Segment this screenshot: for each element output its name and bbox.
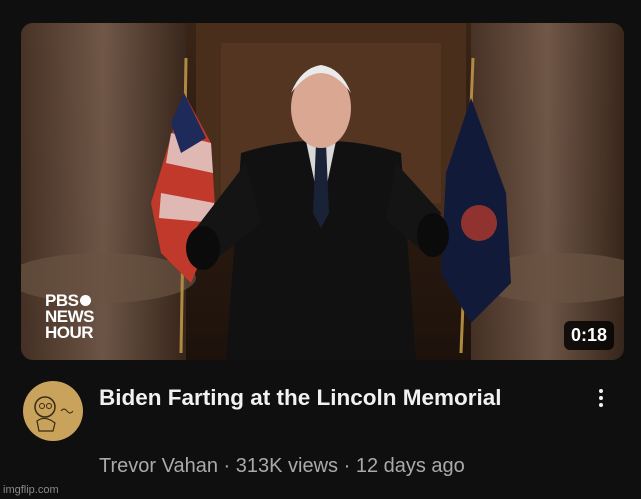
view-count: 313K views [235, 455, 339, 477]
video-title[interactable]: Biden Farting at the Lincoln Memorial [99, 383, 559, 413]
more-vert-icon[interactable] [588, 386, 614, 416]
duration-badge: 0:18 [563, 321, 614, 350]
logo-line3: HOUR [45, 323, 94, 342]
video-thumbnail[interactable]: PBS NEWS HOUR 0:18 [21, 23, 624, 360]
thumbnail-image [21, 23, 624, 360]
imgflip-watermark: imgflip.com [3, 484, 59, 496]
pbs-head-icon [80, 295, 92, 306]
video-metadata: Trevor Vahan · 313K views · 12 days ago [99, 455, 465, 478]
channel-name[interactable]: Trevor Vahan [99, 455, 218, 477]
avatar-sketch-icon [34, 396, 74, 432]
meta-separator: · [223, 455, 231, 477]
pbs-news-hour-logo: PBS NEWS HOUR [45, 292, 95, 342]
upload-age: 12 days ago [355, 455, 465, 477]
meta-separator: · [343, 455, 351, 477]
channel-avatar[interactable] [23, 381, 83, 441]
